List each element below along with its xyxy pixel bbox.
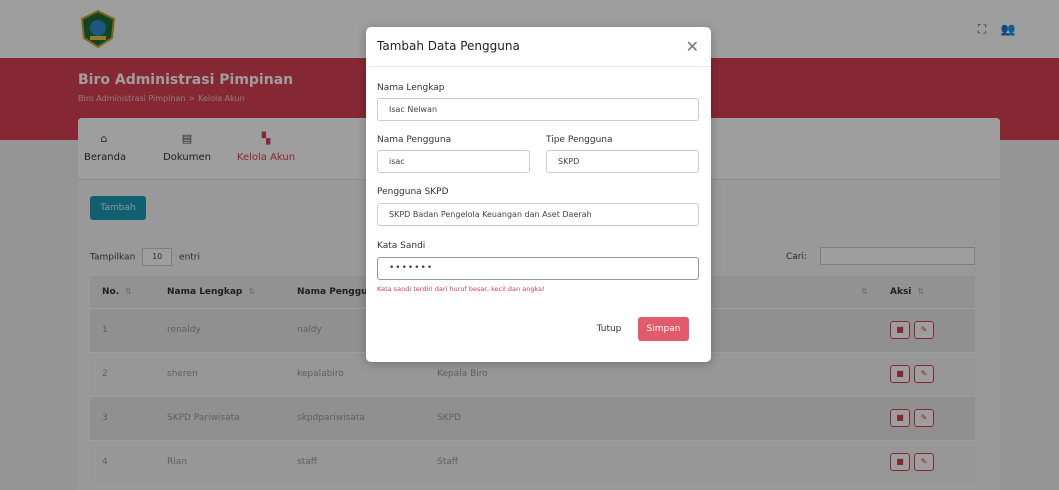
full-name-label: Nama Lengkap <box>377 83 445 93</box>
user-type-select[interactable]: SKPD <box>546 150 699 173</box>
close-button[interactable]: Tutup <box>588 317 630 341</box>
modal-header: Tambah Data Pengguna ✕ <box>366 27 711 67</box>
password-label: Kata Sandi <box>377 241 426 251</box>
username-field[interactable]: isac <box>377 150 530 173</box>
full-name-field[interactable]: Isac Nelwan <box>377 98 699 121</box>
save-button[interactable]: Simpan <box>638 317 689 341</box>
skpd-label: Pengguna SKPD <box>377 187 449 197</box>
close-icon[interactable]: ✕ <box>686 37 699 56</box>
modal-title: Tambah Data Pengguna <box>377 39 520 53</box>
add-user-modal: Tambah Data Pengguna ✕ Nama Lengkap Isac… <box>366 27 711 362</box>
skpd-select[interactable]: SKPD Badan Pengelola Keuangan dan Aset D… <box>377 203 699 226</box>
user-type-label: Tipe Pengguna <box>546 135 613 145</box>
username-label: Nama Pengguna <box>377 135 452 145</box>
password-field[interactable]: ••••••• <box>377 257 699 280</box>
password-hint: Kata sandi terdiri dari huruf besar, kec… <box>377 285 545 293</box>
